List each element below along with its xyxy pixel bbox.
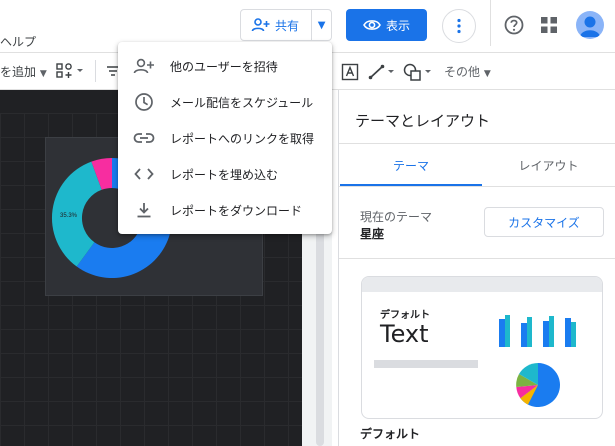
add-person-icon: [118, 57, 170, 75]
avatar[interactable]: [576, 11, 604, 39]
apps-grid-icon[interactable]: [540, 16, 558, 34]
menu-item-label: レポートへのリンクを取得: [170, 131, 315, 146]
menu-item-label: レポートを埋め込む: [170, 167, 279, 182]
theme-card-default[interactable]: デフォルト Text: [361, 276, 603, 419]
share-dropdown-toggle[interactable]: ▼: [312, 20, 331, 31]
eye-icon: [363, 20, 381, 30]
menu-item-get-link[interactable]: レポートへのリンクを取得: [118, 120, 332, 156]
menu-item-download-report[interactable]: レポートをダウンロード: [118, 192, 332, 228]
line-tool-icon[interactable]: [368, 64, 398, 80]
share-button-group: 共有 ▼: [240, 9, 332, 41]
menu-help[interactable]: ヘルプ: [0, 33, 36, 50]
add-data-menu[interactable]: を追加 ▼: [0, 63, 47, 80]
more-tools-menu[interactable]: その他 ▼: [444, 63, 491, 80]
theme-card-small-title: デフォルト: [380, 310, 430, 321]
account-icon: [580, 16, 600, 37]
view-label: 表示: [385, 18, 410, 33]
panel-title: テーマとレイアウト: [355, 112, 491, 130]
menu-item-schedule-email[interactable]: メール配信をスケジュール: [118, 84, 332, 120]
caret-down-icon: ▼: [483, 69, 491, 79]
clock-icon: [118, 92, 170, 112]
shape-tool-icon[interactable]: [403, 63, 435, 81]
download-icon: [118, 201, 170, 219]
more-vert-icon: [457, 18, 461, 34]
theme-card-sample-text: Text: [380, 320, 429, 348]
theme-pie-sample-icon: [516, 363, 560, 407]
share-label: 共有: [275, 18, 300, 33]
current-theme-label: 現在のテーマ: [360, 210, 433, 224]
help-icon[interactable]: [503, 14, 525, 36]
caret-down-icon: ▼: [317, 19, 326, 31]
theme-card-header: [362, 277, 602, 292]
menu-item-label: レポートをダウンロード: [170, 203, 303, 218]
view-button[interactable]: 表示: [346, 9, 427, 41]
caret-down-icon: ▼: [39, 69, 47, 79]
donut-percent-label: 35.3%: [60, 213, 78, 219]
add-person-icon: [251, 18, 270, 32]
more-options-button[interactable]: [442, 9, 476, 43]
embed-code-icon: [118, 167, 170, 181]
share-button[interactable]: 共有: [241, 10, 313, 40]
toolbar-divider: [95, 60, 96, 82]
add-label: を追加: [0, 65, 37, 79]
tab-layout[interactable]: レイアウト: [482, 144, 615, 186]
menu-item-label: メール配信をスケジュール: [170, 95, 314, 110]
link-icon: [118, 132, 170, 144]
other-label: その他: [444, 65, 481, 79]
theme-card-caption: デフォルト: [360, 427, 421, 441]
tab-divider: [339, 186, 615, 187]
tab-theme[interactable]: テーマ: [340, 144, 482, 186]
app-root: ヘルプ 共有 ▼ 表示 を追加 ▼ その他 ▼ 35.3% テーマとレイアウト …: [0, 0, 615, 446]
panel-divider: [339, 258, 615, 259]
text-box-icon[interactable]: [341, 63, 359, 81]
menu-item-invite-users[interactable]: 他のユーザーを招待: [118, 48, 332, 84]
theme-bar-sample-icon: [499, 315, 576, 347]
share-dropdown-menu: 他のユーザーを招待 メール配信をスケジュール レポートへのリンクを取得 レポート…: [118, 42, 332, 234]
customize-button[interactable]: カスタマイズ: [484, 207, 604, 237]
theme-card-sample-line: [374, 360, 478, 368]
menu-item-embed-report[interactable]: レポートを埋め込む: [118, 156, 332, 192]
top-divider: [490, 0, 491, 46]
current-theme-value: 星座: [360, 227, 385, 241]
menu-item-label: 他のユーザーを招待: [170, 59, 278, 74]
add-component-icon[interactable]: [56, 63, 86, 79]
